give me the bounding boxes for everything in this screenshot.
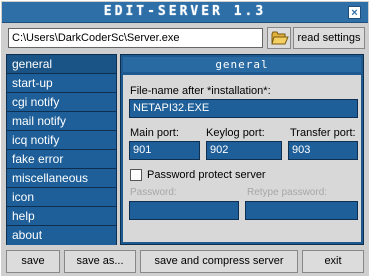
sidebar-item-about[interactable]: about: [7, 226, 116, 245]
password-protect-checkbox[interactable]: [130, 169, 142, 181]
path-bar: C:\Users\DarkCoderSc\Server.exe read set…: [2, 24, 368, 51]
sidebar-item-miscellaneous[interactable]: miscellaneous: [7, 169, 116, 188]
retype-password-label: Retype password:: [247, 187, 328, 198]
sidebar-item-icq-notify[interactable]: icq notify: [7, 131, 116, 150]
exit-button[interactable]: exit: [302, 250, 364, 273]
browse-button[interactable]: [267, 27, 291, 49]
open-folder-icon: [271, 31, 289, 45]
window-title: EDIT-SERVER 1.3: [103, 4, 267, 19]
keylog-port-field[interactable]: 902: [206, 141, 282, 160]
save-and-compress-button[interactable]: save and compress server: [140, 250, 298, 273]
read-settings-button[interactable]: read settings: [293, 27, 365, 49]
sidebar-item-icon[interactable]: icon: [7, 188, 116, 207]
keylog-port-label: Keylog port:: [206, 127, 265, 139]
sidebar-item-start-up[interactable]: start-up: [7, 74, 116, 93]
sidebar-item-cgi-notify[interactable]: cgi notify: [7, 93, 116, 112]
filename-field[interactable]: NETAPI32.EXE: [129, 99, 358, 118]
save-as-button[interactable]: save as...: [64, 250, 136, 273]
retype-password-field[interactable]: [245, 201, 358, 220]
general-panel: general File-name after *installation*: …: [120, 54, 364, 245]
password-label: Password:: [130, 187, 177, 198]
main-port-field[interactable]: 901: [129, 141, 200, 160]
sidebar: general start-up cgi notify mail notify …: [6, 54, 117, 245]
sidebar-item-help[interactable]: help: [7, 207, 116, 226]
sidebar-item-fake-error[interactable]: fake error: [7, 150, 116, 169]
save-button[interactable]: save: [6, 250, 60, 273]
title-bar[interactable]: EDIT-SERVER 1.3 ×: [2, 2, 368, 23]
edit-server-window: EDIT-SERVER 1.3 × C:\Users\DarkCoderSc\S…: [0, 0, 370, 277]
general-settings: File-name after *installation*: NETAPI32…: [123, 75, 361, 242]
password-protect-label: Password protect server: [147, 169, 266, 181]
filename-label: File-name after *installation*:: [130, 85, 271, 97]
sidebar-item-mail-notify[interactable]: mail notify: [7, 112, 116, 131]
sidebar-item-general[interactable]: general: [7, 55, 116, 74]
password-field[interactable]: [129, 201, 239, 220]
close-button[interactable]: ×: [348, 6, 361, 19]
main-port-label: Main port:: [130, 127, 179, 139]
transfer-port-label: Transfer port:: [290, 127, 356, 139]
transfer-port-field[interactable]: 903: [288, 141, 358, 160]
server-path-input[interactable]: C:\Users\DarkCoderSc\Server.exe: [8, 28, 263, 48]
panel-title: general: [123, 57, 361, 72]
